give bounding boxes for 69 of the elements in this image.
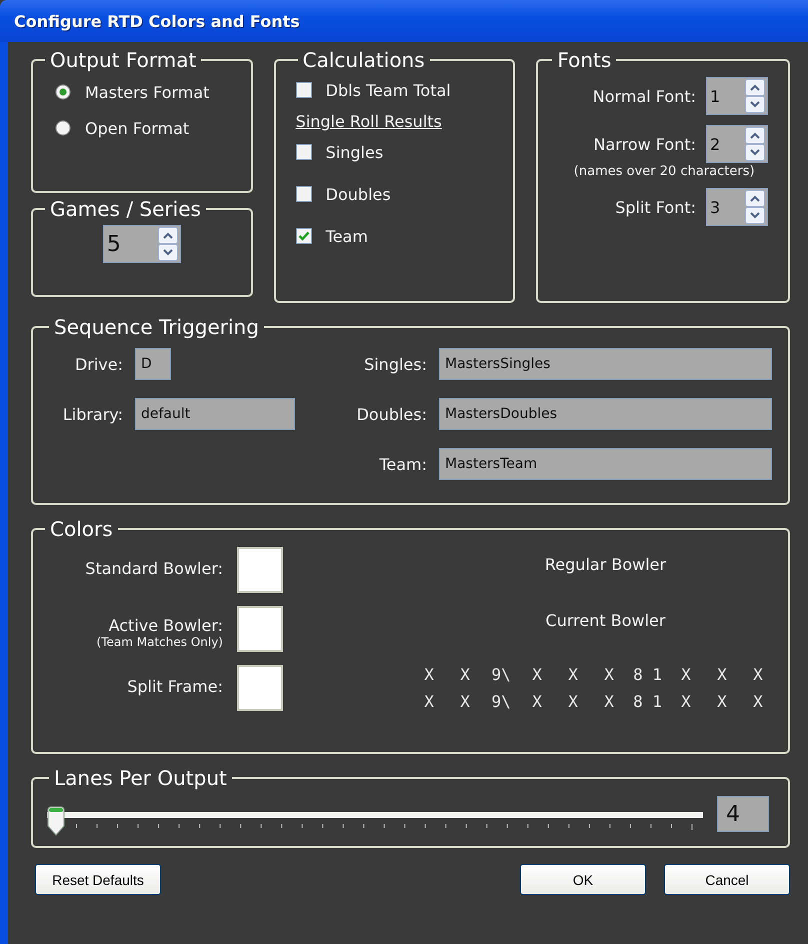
field-label: Split Frame: (127, 677, 223, 696)
radio-button[interactable] (55, 120, 71, 136)
input-field[interactable]: MastersTeam (439, 448, 772, 480)
frame-score: X (423, 692, 435, 711)
field-label: Standard Bowler: (85, 559, 223, 578)
checkbox-label: Doubles (326, 184, 391, 204)
frame-score: X (752, 692, 764, 711)
frame-score: 9\ (490, 692, 512, 711)
value-field: 4 (717, 796, 769, 832)
group-title: Output Format (49, 48, 198, 72)
frame-score: X (531, 692, 543, 711)
checkbox-label: Singles (326, 142, 384, 162)
frame-score: X (716, 665, 728, 684)
frame-score: X (716, 692, 728, 711)
input-field[interactable]: MastersSingles (439, 348, 772, 380)
frame-score: X (567, 692, 579, 711)
field-label: Library: (62, 404, 123, 424)
frame-score: X (603, 665, 615, 684)
field-label: Singles: (363, 354, 427, 374)
checkbox-label: Team (326, 226, 368, 246)
slider-thumb[interactable] (47, 806, 65, 836)
input-field[interactable]: default (135, 398, 295, 430)
hint-text: (Team Matches Only) (96, 635, 223, 649)
field-label: Normal Font: (592, 86, 696, 106)
checkbox[interactable] (296, 82, 312, 98)
frame-score: X (680, 665, 692, 684)
preview-text: Current Bowler (544, 611, 666, 632)
color-swatch[interactable] (237, 665, 283, 711)
frame-score: X (423, 665, 435, 684)
field-label: Drive: (74, 354, 123, 374)
field-label: Split Font: (615, 198, 696, 216)
group-title: Sequence Triggering (53, 315, 260, 339)
frame-score: X (459, 665, 471, 684)
radio-button[interactable] (55, 84, 71, 100)
section-heading: Single Roll Results (296, 111, 443, 131)
dialog-button[interactable]: OK (520, 864, 646, 895)
group-title: Fonts (556, 48, 612, 72)
frame-score: 9\ (490, 665, 512, 684)
group-title: Lanes Per Output (53, 766, 228, 790)
color-swatch[interactable] (237, 547, 283, 593)
checkbox[interactable] (296, 144, 312, 160)
frame-score: X (459, 692, 471, 711)
input-field[interactable]: D (135, 348, 171, 380)
dialog-button[interactable]: Cancel (664, 864, 790, 895)
group-title: Calculations (302, 48, 426, 72)
checkbox[interactable] (296, 186, 312, 202)
frame-score: X (567, 665, 579, 684)
field-label: Doubles: (356, 404, 427, 424)
hint-text: (names over 20 characters) (572, 164, 756, 179)
dialog-button[interactable]: Reset Defaults (35, 864, 161, 895)
color-swatch[interactable] (237, 606, 283, 652)
preview-text: Regular Bowler (544, 555, 666, 576)
frame-score: 8 1 (633, 665, 662, 684)
checkbox[interactable] (296, 228, 312, 244)
field-label: Narrow Font: (594, 134, 696, 154)
input-field[interactable]: MastersDoubles (439, 398, 772, 430)
frame-score: 8 1 (633, 692, 662, 711)
radio-label: Masters Format (85, 82, 210, 102)
frame-score: X (531, 665, 543, 684)
frame-score: X (752, 665, 764, 684)
window-title: Configure RTD Colors and Fonts (14, 12, 300, 30)
radio-label: Open Format (85, 118, 190, 138)
field-label: Active Bowler: (108, 616, 223, 635)
checkbox-label: Dbls Team Total (326, 80, 451, 100)
field-label: Team: (378, 454, 427, 474)
group-title: Games / Series (49, 197, 202, 221)
frame-score: X (603, 692, 615, 711)
frame-score: X (680, 692, 692, 711)
group-title: Colors (49, 517, 114, 541)
